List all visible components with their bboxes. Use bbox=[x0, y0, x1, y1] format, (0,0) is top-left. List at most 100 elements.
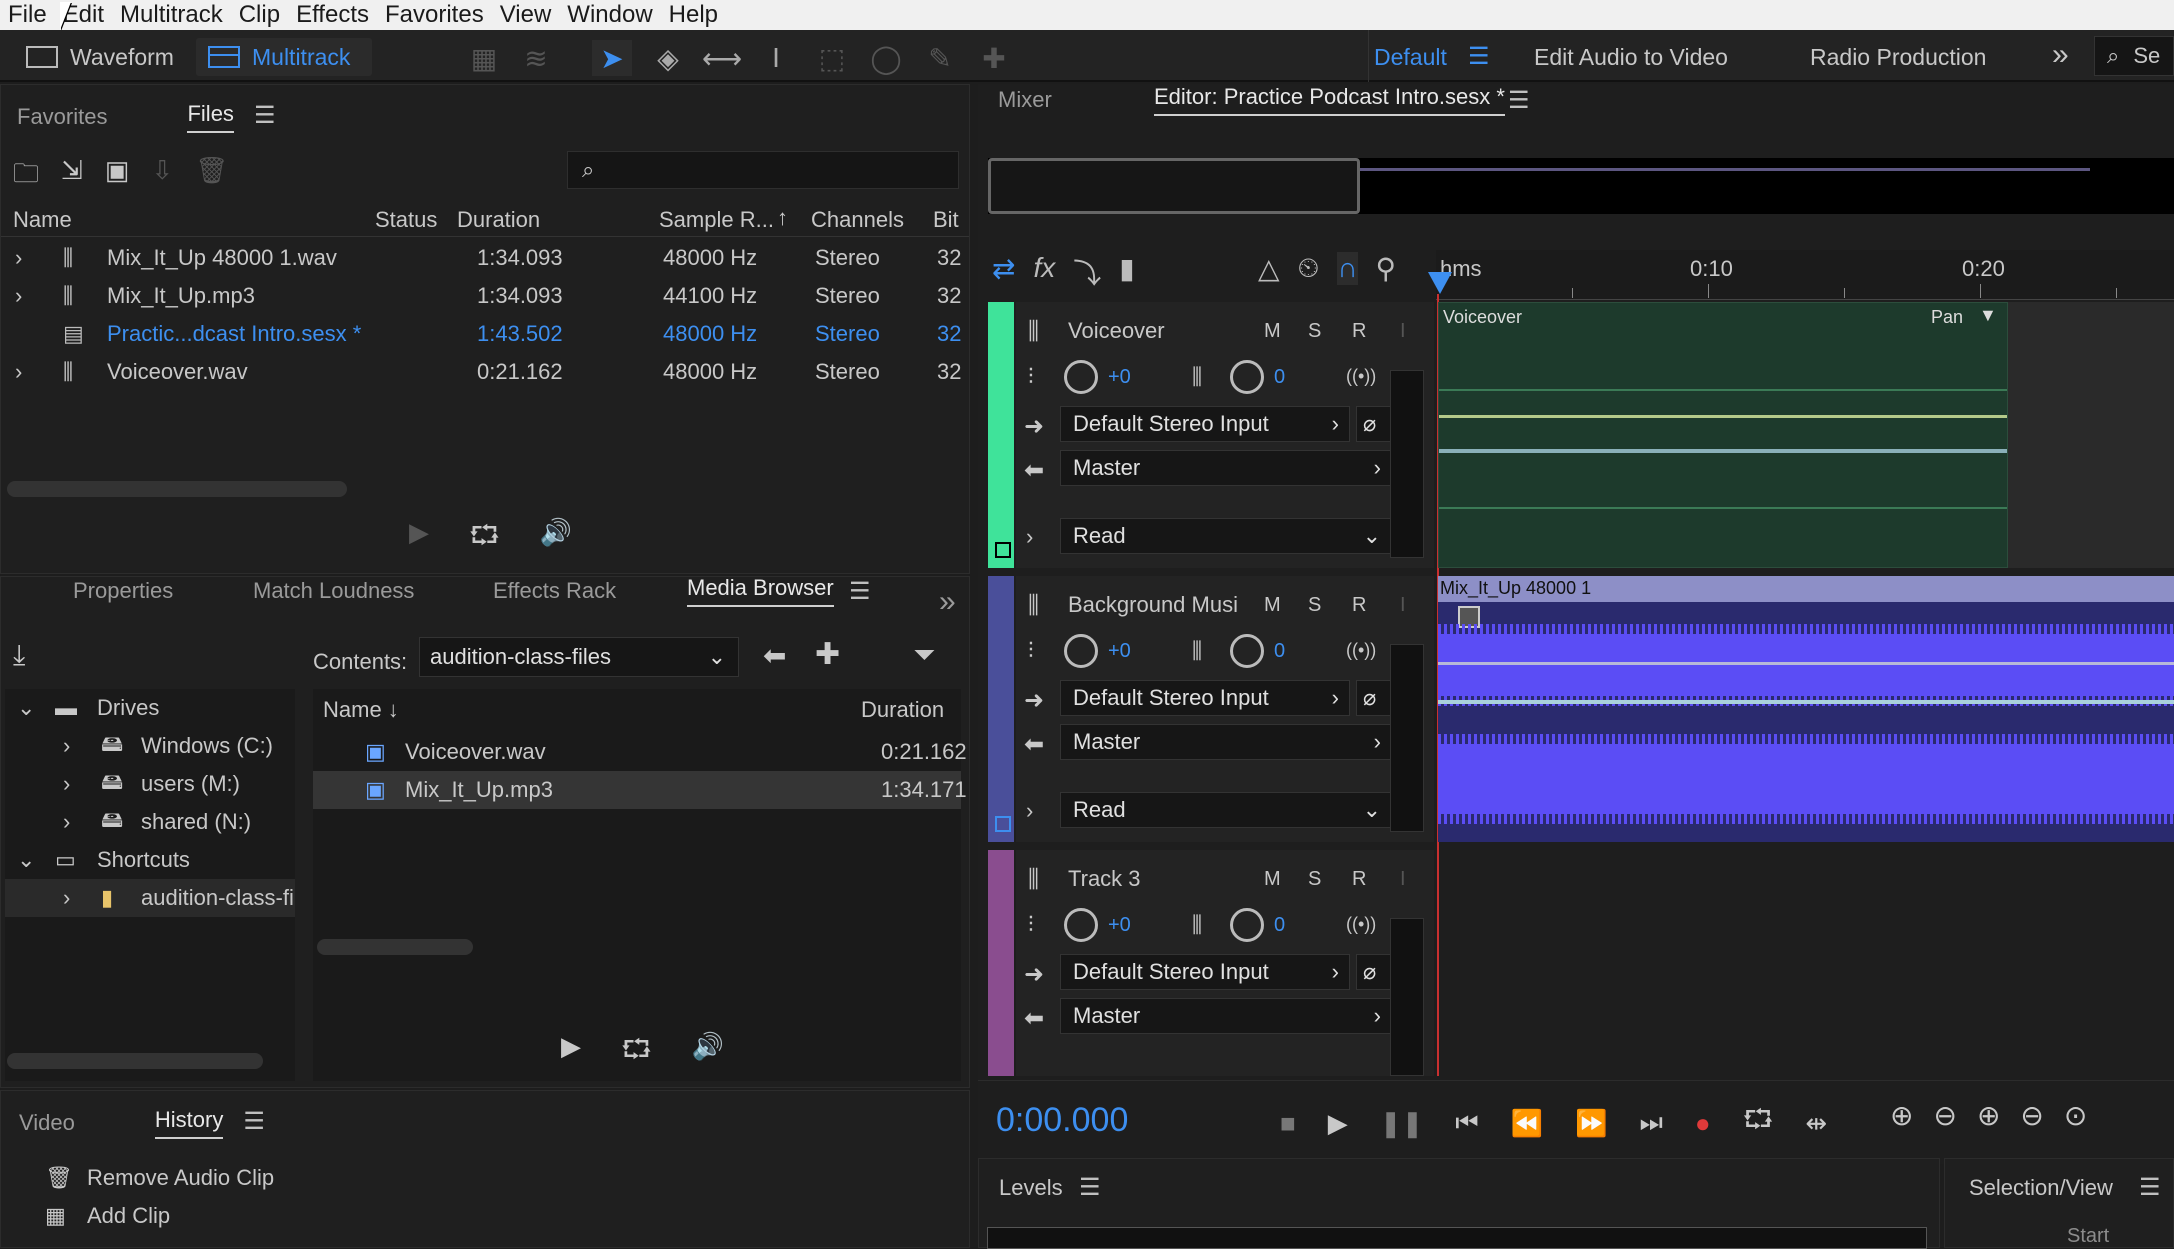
menu-favorites[interactable]: Favorites bbox=[377, 1, 492, 29]
time-display[interactable]: 0:00.000 bbox=[996, 1101, 1128, 1140]
stop-icon[interactable]: ■ bbox=[1280, 1108, 1296, 1139]
history-item[interactable]: 🗑 Remove Audio Clip bbox=[1, 1159, 969, 1197]
new-file-icon[interactable]: ▣ bbox=[105, 155, 130, 199]
tree-windows-drive[interactable]: › 🖴 Windows (C:) bbox=[5, 727, 295, 765]
files-menu-icon[interactable]: ☰ bbox=[254, 101, 276, 133]
stereo-icon[interactable]: ((•)) bbox=[1346, 366, 1376, 387]
tab-match-loudness[interactable]: Match Loudness bbox=[253, 578, 414, 604]
more-workspaces-icon[interactable]: » bbox=[2052, 38, 2069, 72]
lasso-tool-icon[interactable]: ◯ bbox=[866, 40, 906, 76]
import-file-icon[interactable]: ⇲ bbox=[61, 155, 83, 199]
brush-tool-icon[interactable]: ✎ bbox=[920, 40, 960, 76]
chevron-down-icon[interactable]: ▼ bbox=[1979, 305, 1997, 326]
more-panels-icon[interactable]: » bbox=[939, 585, 956, 619]
loop-preview-icon[interactable]: ⮔ bbox=[469, 517, 500, 561]
col-bit[interactable]: Bit bbox=[933, 207, 959, 233]
pan-knob[interactable] bbox=[1230, 634, 1264, 668]
files-horizontal-scrollbar[interactable] bbox=[7, 481, 347, 497]
menu-help[interactable]: Help bbox=[661, 1, 726, 29]
tab-files[interactable]: Files bbox=[187, 101, 234, 133]
loop-icon[interactable]: ⮔ bbox=[1743, 1101, 1774, 1145]
pan-knob[interactable] bbox=[1230, 360, 1264, 394]
import-icon[interactable]: ⤓ bbox=[13, 639, 25, 672]
col-duration[interactable]: Duration bbox=[861, 697, 944, 723]
fast-forward-icon[interactable]: ⏩ bbox=[1575, 1108, 1607, 1139]
tab-media-browser[interactable]: Media Browser bbox=[687, 575, 834, 607]
menu-file[interactable]: File bbox=[0, 1, 55, 29]
sends-icon[interactable]: ⤵ bbox=[1073, 252, 1101, 292]
media-list-item-selected[interactable]: ▣ Mix_It_Up.mp3 1:34.171 bbox=[313, 771, 967, 809]
pan-value[interactable]: 0 bbox=[1274, 914, 1285, 937]
tree-users-drive[interactable]: › 🖴 users (M:) bbox=[5, 765, 295, 803]
audio-clip-voiceover[interactable]: Voiceover Pan ▼ bbox=[1438, 302, 2008, 568]
zoom-navigator[interactable] bbox=[988, 158, 2174, 214]
menu-window[interactable]: Window bbox=[559, 1, 660, 29]
tree-folder-selected[interactable]: › ▮ audition-class-fi bbox=[5, 879, 295, 917]
output-dropdown[interactable]: Master › bbox=[1060, 998, 1392, 1034]
slip-tool-icon[interactable]: ⟷ bbox=[702, 40, 742, 76]
menu-effects[interactable]: Effects bbox=[288, 1, 377, 29]
media-menu-icon[interactable]: ☰ bbox=[849, 577, 871, 606]
volume-envelope[interactable] bbox=[1439, 415, 2007, 418]
tab-video[interactable]: Video bbox=[19, 1110, 75, 1136]
tree-drives[interactable]: ⌄ ▬ Drives bbox=[5, 689, 295, 727]
zoom-in-amplitude-icon[interactable]: ⊕ bbox=[1890, 1099, 1913, 1132]
track-name[interactable]: Voiceover bbox=[1068, 318, 1165, 344]
automation-mode-dropdown[interactable]: Read ⌄ bbox=[1060, 518, 1392, 554]
record-arm-button[interactable]: R bbox=[1352, 868, 1366, 891]
media-list-scrollbar[interactable] bbox=[317, 939, 473, 955]
workspace-default-menu-icon[interactable]: ☰ bbox=[1468, 42, 1490, 71]
output-dropdown[interactable]: Master › bbox=[1060, 450, 1392, 486]
file-row[interactable]: › ⫼ Mix_It_Up.mp3 1:34.093 44100 Hz Ster… bbox=[1, 277, 969, 315]
col-status[interactable]: Status bbox=[375, 207, 437, 233]
automation-expand-icon[interactable]: › bbox=[1026, 524, 1033, 550]
move-tool-icon[interactable]: ➤ bbox=[592, 40, 632, 76]
col-channels[interactable]: Channels bbox=[811, 207, 904, 233]
expand-icon[interactable]: › bbox=[15, 245, 22, 271]
volume-knob[interactable] bbox=[1064, 360, 1098, 394]
menu-view[interactable]: View bbox=[492, 1, 560, 29]
mute-button[interactable]: M bbox=[1264, 594, 1281, 617]
volume-value[interactable]: +0 bbox=[1108, 914, 1131, 937]
tab-mixer[interactable]: Mixer bbox=[998, 87, 1052, 113]
levels-menu-icon[interactable]: ☰ bbox=[1079, 1173, 1101, 1202]
marker-icon[interactable]: ⚲ bbox=[1376, 252, 1397, 285]
spectral-display-icon[interactable]: ▦ bbox=[464, 40, 504, 76]
track-name[interactable]: Track 3 bbox=[1068, 866, 1141, 892]
monitor-input-button[interactable]: I bbox=[1400, 320, 1406, 343]
tab-history[interactable]: History bbox=[154, 1107, 224, 1139]
open-file-icon[interactable]: 🗀 bbox=[13, 155, 39, 199]
zoom-in-time-icon[interactable]: ⊕ bbox=[1977, 1099, 2000, 1132]
editor-menu-icon[interactable]: ☰ bbox=[1508, 86, 1530, 115]
metronome-icon[interactable]: △ bbox=[1258, 252, 1280, 285]
workspace-edit-audio-video[interactable]: Edit Audio to Video bbox=[1534, 44, 1728, 71]
inputs-outputs-icon[interactable]: ⇄ bbox=[992, 252, 1015, 292]
phase-invert-icon[interactable]: ⌀ bbox=[1356, 954, 1392, 990]
file-row[interactable]: › ⫼ Mix_It_Up 48000 1.wav 1:34.093 48000… bbox=[1, 239, 969, 277]
track-select-checkbox[interactable] bbox=[995, 816, 1011, 832]
solo-button[interactable]: S bbox=[1308, 868, 1321, 891]
tab-effects-rack[interactable]: Effects Rack bbox=[493, 578, 616, 604]
clock-sync-icon[interactable]: ⏲ bbox=[1298, 252, 1320, 285]
back-arrow-icon[interactable]: ⬅ bbox=[763, 639, 786, 672]
play-preview-icon[interactable]: ▶ bbox=[561, 1031, 581, 1075]
col-duration[interactable]: Duration bbox=[457, 207, 540, 233]
phase-invert-icon[interactable]: ⌀ bbox=[1356, 406, 1392, 442]
volume-knob[interactable] bbox=[1064, 908, 1098, 942]
workspace-default[interactable]: Default bbox=[1374, 44, 1447, 71]
tree-shortcuts[interactable]: ⌄ ▭ Shortcuts bbox=[5, 841, 295, 879]
volume-value[interactable]: +0 bbox=[1108, 640, 1131, 663]
razor-tool-icon[interactable]: ◈ bbox=[648, 40, 688, 76]
media-list-item[interactable]: ▣ Voiceover.wav 0:21.162 bbox=[313, 733, 967, 771]
skip-to-end-icon[interactable]: ⏭ bbox=[1639, 1107, 1662, 1139]
eq-icon[interactable]: ▮ bbox=[1119, 252, 1134, 292]
pause-icon[interactable]: ❚❚ bbox=[1380, 1108, 1424, 1139]
play-icon[interactable]: ▶ bbox=[1328, 1108, 1348, 1139]
tab-editor[interactable]: Editor: Practice Podcast Intro.sesx * bbox=[1154, 84, 1505, 116]
menu-clip[interactable]: Clip bbox=[231, 1, 288, 29]
record-arm-button[interactable]: R bbox=[1352, 594, 1366, 617]
multitrack-view-button[interactable]: Multitrack bbox=[196, 38, 372, 76]
filter-icon[interactable]: ⏷ bbox=[913, 639, 935, 672]
stereo-icon[interactable]: ((•)) bbox=[1346, 640, 1376, 661]
pan-envelope[interactable] bbox=[1439, 449, 2007, 453]
